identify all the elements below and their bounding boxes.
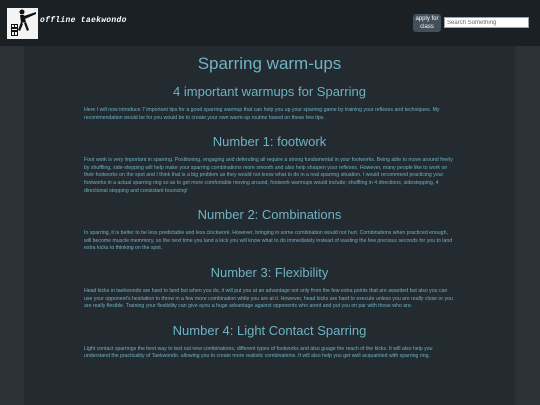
- section-paragraph-flexibility: Head kicks in taekwondo are hard to land…: [84, 287, 453, 310]
- intro-heading: 4 important warmups for Sparring: [173, 84, 366, 99]
- brand-name[interactable]: offline taekwondo: [40, 16, 127, 25]
- section-heading-footwork: Number 1: footwork: [212, 134, 327, 150]
- section-paragraph-footwork: Foot work is very important in sparring.…: [84, 157, 453, 194]
- intro-paragraph: Here I will now introduce 7 important ti…: [84, 107, 440, 121]
- section-paragraph-light-contact: Light contact sparrings the best way to …: [84, 345, 433, 360]
- taekwondo-logo[interactable]: [7, 8, 38, 39]
- apply-for-class-button[interactable]: apply for class: [413, 14, 441, 32]
- article-content: Sparring warm-ups 4 important warmups fo…: [24, 46, 515, 405]
- section-heading-light-contact: Number 4: Light Contact Sparring: [172, 322, 367, 338]
- search-input[interactable]: [444, 17, 529, 28]
- top-navbar: offline taekwondo apply for class: [0, 0, 540, 46]
- section-heading-combinations: Number 2: Combinations: [197, 207, 342, 223]
- page-title: Sparring warm-ups: [197, 54, 342, 73]
- section-heading-flexibility: Number 3: Flexibility: [210, 264, 329, 280]
- section-paragraph-combinations: In sparring, it is better to be less pre…: [84, 230, 453, 252]
